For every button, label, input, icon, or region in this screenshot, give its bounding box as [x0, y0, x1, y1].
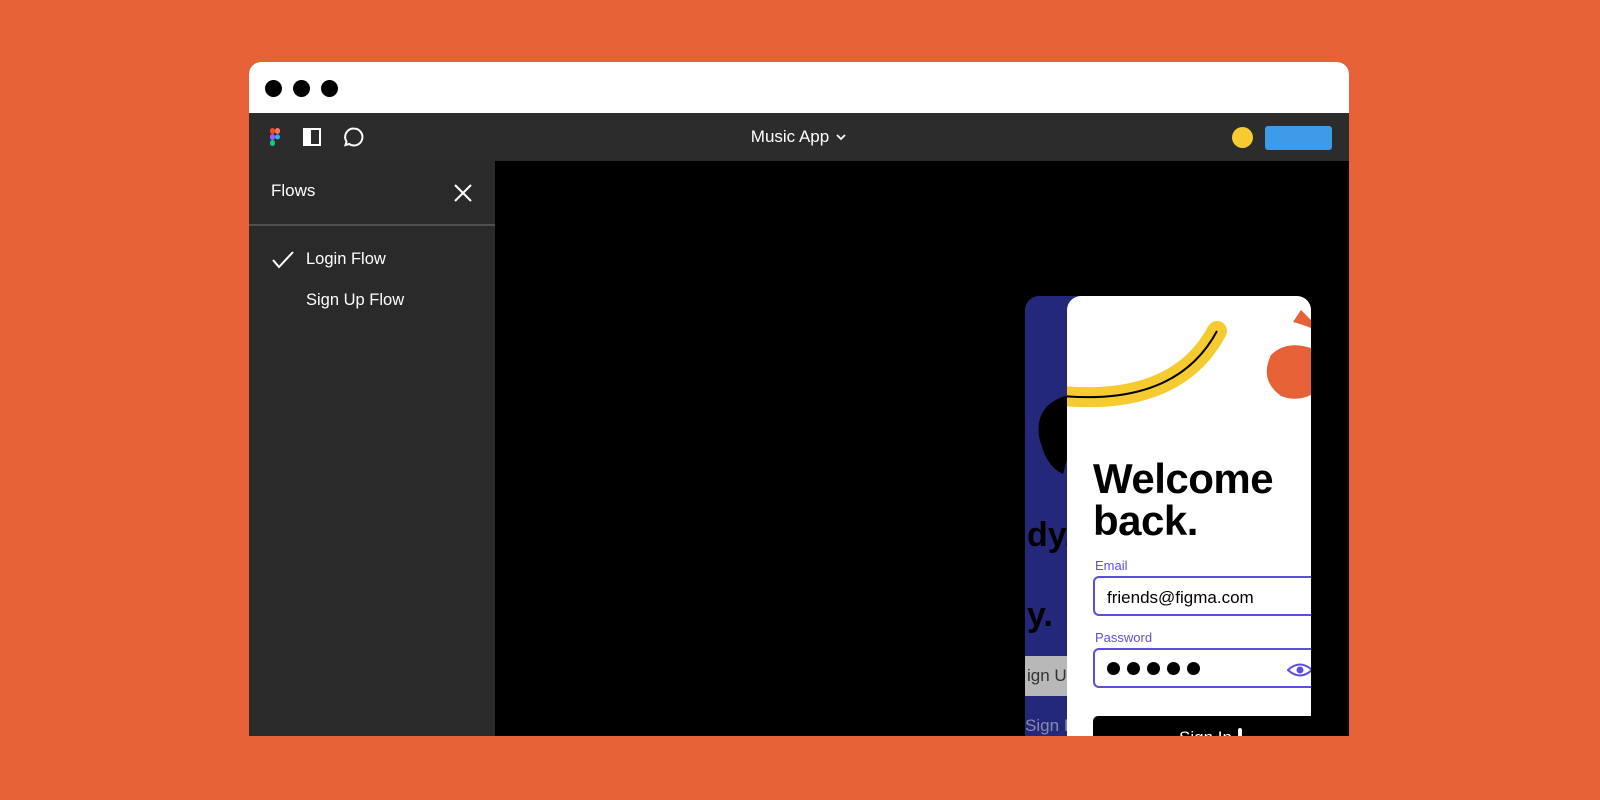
panel-title: Flows [271, 181, 316, 200]
flows-panel-header: Flows [249, 161, 495, 226]
sign-in-button[interactable]: Sign In [1093, 716, 1311, 736]
chevron-down-icon[interactable] [835, 131, 847, 143]
layout-panel-icon[interactable] [300, 125, 324, 149]
password-label: Password [1095, 630, 1153, 645]
figma-logo-icon[interactable] [263, 125, 287, 149]
email-field[interactable]: friends@figma.com [1093, 576, 1311, 616]
behind-signin-text: Sign I [1025, 716, 1069, 735]
comment-icon[interactable] [342, 125, 366, 149]
close-icon[interactable] [453, 183, 473, 203]
file-title-area: Music App [249, 113, 1349, 161]
browser-window: Music App Flows Login Flow Sign Up Flow … [249, 62, 1349, 736]
orange-blob-icon [1266, 310, 1311, 399]
share-button[interactable] [1265, 126, 1332, 150]
check-icon [272, 251, 294, 269]
flow-item-signup[interactable]: Sign Up Flow [306, 291, 404, 310]
flows-panel: Flows Login Flow Sign Up Flow [249, 161, 495, 736]
file-name[interactable]: Music App [751, 127, 829, 147]
password-dots [1107, 662, 1200, 675]
prototype-canvas: dy, y. ign U Sign I Welcome back. Email [495, 161, 1349, 736]
user-avatar[interactable] [1232, 127, 1253, 148]
behind-text-2: y. [1027, 596, 1053, 634]
flow-item-login[interactable]: Login Flow [306, 250, 386, 269]
window-minimize-dot[interactable] [293, 80, 310, 97]
login-screen-card: Welcome back. Email friends@figma.com Pa… [1067, 296, 1311, 736]
password-field[interactable] [1093, 648, 1311, 688]
window-close-dot[interactable] [265, 80, 282, 97]
welcome-heading: Welcome back. [1093, 455, 1274, 544]
figma-toolbar: Music App [249, 113, 1349, 161]
email-value: friends@figma.com [1107, 588, 1254, 607]
email-label: Email [1095, 558, 1128, 573]
hand-cursor-icon [1236, 726, 1244, 736]
eye-icon[interactable] [1287, 662, 1311, 678]
sign-in-label: Sign In [1179, 728, 1232, 736]
window-maximize-dot[interactable] [321, 80, 338, 97]
window-titlebar [249, 62, 1349, 113]
